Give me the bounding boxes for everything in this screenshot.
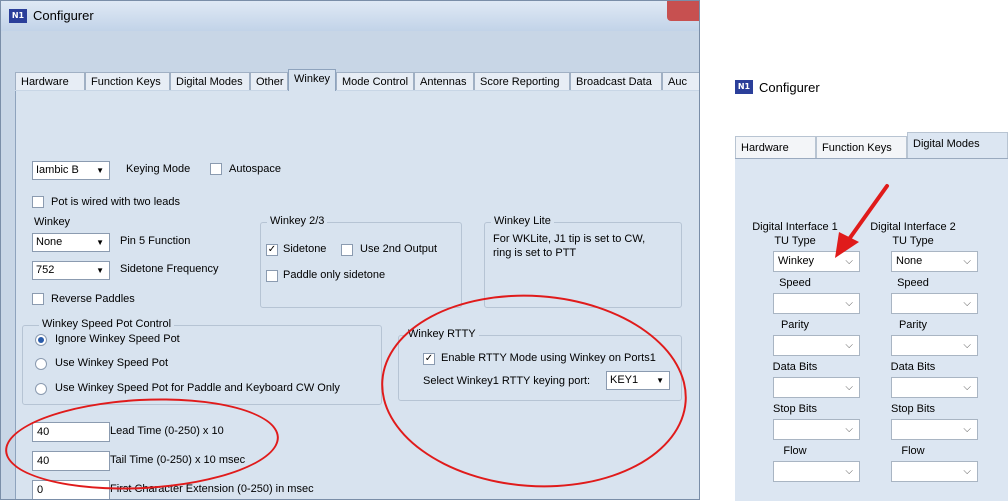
interface2-speed-select[interactable]: ⌵: [891, 293, 978, 314]
use-speed-pot-label: Use Winkey Speed Pot: [55, 357, 169, 369]
app-logo-icon: N1: [735, 80, 753, 94]
winkey23-group: Winkey 2/3 ✓ Sidetone Use 2nd Output Pad…: [260, 215, 462, 308]
interface1-speed-label: Speed: [779, 277, 811, 289]
use-speed-pot-radio[interactable]: [35, 358, 47, 370]
configurer-window-winkey: N1 Configurer Hardware Function Keys Dig…: [0, 0, 700, 500]
interface1-data-bits-select[interactable]: ⌵: [773, 377, 860, 398]
tab-other[interactable]: Other: [250, 72, 288, 90]
pin5-function-value: None: [36, 236, 63, 248]
winkey-lite-note-line1: For WKLite, J1 tip is set to CW,: [493, 233, 646, 245]
use-2nd-output-label: Use 2nd Output: [360, 243, 438, 255]
use-speed-pot-paddle-label: Use Winkey Speed Pot for Paddle and Keyb…: [55, 382, 340, 394]
chevron-down-icon: ⌵: [845, 340, 853, 351]
chevron-down-icon: ⌵: [963, 298, 971, 309]
tab-function-keys[interactable]: Function Keys: [85, 72, 170, 90]
interface1-data-bits-label: Data Bits: [772, 361, 818, 373]
sidetone-frequency-select[interactable]: 752 ▼: [32, 261, 110, 280]
use-speed-pot-paddle-radio[interactable]: [35, 383, 47, 395]
tab-score-reporting[interactable]: Score Reporting: [474, 72, 570, 90]
interface1-tu-type-value: Winkey: [778, 255, 815, 267]
tab-strip: Hardware Function Keys Digital Modes Oth…: [15, 69, 699, 92]
tab-digital-modes[interactable]: Digital Modes: [907, 132, 1008, 159]
interface1-speed-select[interactable]: ⌵: [773, 293, 860, 314]
window-title: Configurer: [33, 8, 94, 23]
tab-function-keys[interactable]: Function Keys: [816, 136, 907, 158]
sidetone-frequency-label: Sidetone Frequency: [120, 263, 219, 275]
keying-mode-value: Iambic B: [36, 164, 79, 176]
paddle-only-sidetone-checkbox[interactable]: [266, 270, 278, 282]
configurer-window-digital-modes: N1 Configurer Hardware Function Keys Dig…: [735, 70, 1008, 501]
chevron-down-icon: ⌵: [963, 382, 971, 393]
tab-digital-modes[interactable]: Digital Modes: [170, 72, 250, 90]
title-bar: N1 Configurer: [1, 1, 699, 31]
sidetone-frequency-value: 752: [36, 264, 55, 276]
pin5-function-label: Pin 5 Function: [120, 235, 191, 247]
chevron-down-icon: ▼: [96, 238, 104, 247]
interface2-flow-select[interactable]: ⌵: [891, 461, 978, 482]
interface2-parity-label: Parity: [898, 319, 928, 331]
chevron-down-icon: ▼: [96, 266, 104, 275]
keying-mode-label: Keying Mode: [126, 163, 191, 175]
tab-auc[interactable]: Auc: [662, 72, 699, 90]
tab-broadcast-data[interactable]: Broadcast Data: [570, 72, 662, 90]
chevron-down-icon: ⌵: [845, 466, 853, 477]
tab-winkey[interactable]: Winkey: [288, 69, 336, 92]
tab-antennas[interactable]: Antennas: [414, 72, 474, 90]
interface1-parity-select[interactable]: ⌵: [773, 335, 860, 356]
winkey-lite-group-legend: Winkey Lite: [491, 215, 554, 227]
pot-two-leads-checkbox[interactable]: [32, 196, 44, 208]
interface2-flow-label: Flow: [901, 445, 925, 457]
winkey-lite-note-line2: ring is set to PTT: [493, 247, 577, 259]
close-button[interactable]: [667, 1, 699, 21]
pin5-function-select[interactable]: None ▼: [32, 233, 110, 252]
paddle-only-sidetone-label: Paddle only sidetone: [283, 269, 386, 281]
speed-pot-group-legend: Winkey Speed Pot Control: [39, 318, 175, 330]
interface1-parity-label: Parity: [780, 319, 810, 331]
use-2nd-output-checkbox[interactable]: [341, 244, 353, 256]
chevron-down-icon: ⌵: [963, 424, 971, 435]
tab-hardware[interactable]: Hardware: [15, 72, 85, 90]
chevron-down-icon: ⌵: [963, 256, 971, 267]
interface1-flow-label: Flow: [783, 445, 807, 457]
speed-pot-group: Winkey Speed Pot Control Ignore Winkey S…: [22, 318, 382, 405]
sidetone-checkbox[interactable]: ✓: [266, 244, 278, 256]
reverse-paddles-checkbox[interactable]: [32, 293, 44, 305]
interface2-data-bits-select[interactable]: ⌵: [891, 377, 978, 398]
ignore-speed-pot-radio[interactable]: [35, 334, 47, 346]
interface2-speed-label: Speed: [897, 277, 929, 289]
winkey23-group-legend: Winkey 2/3: [267, 215, 328, 227]
autospace-checkbox[interactable]: [210, 163, 222, 175]
annotation-arrow-icon: [835, 184, 889, 258]
chevron-down-icon: ⌵: [845, 424, 853, 435]
interface1-flow-select[interactable]: ⌵: [773, 461, 860, 482]
sidetone-label: Sidetone: [283, 243, 327, 255]
app-logo-icon: N1: [9, 9, 27, 23]
interface2-parity-select[interactable]: ⌵: [891, 335, 978, 356]
interface2-stop-bits-label: Stop Bits: [890, 403, 936, 415]
winkey-group-legend: Winkey: [34, 216, 71, 228]
reverse-paddles-label: Reverse Paddles: [51, 293, 135, 305]
interface2-stop-bits-select[interactable]: ⌵: [891, 419, 978, 440]
ignore-speed-pot-label: Ignore Winkey Speed Pot: [55, 333, 180, 345]
tab-mode-control[interactable]: Mode Control: [336, 72, 414, 90]
chevron-down-icon: ⌵: [845, 382, 853, 393]
interface2-data-bits-label: Data Bits: [890, 361, 936, 373]
chevron-down-icon: ⌵: [963, 340, 971, 351]
interface2-tu-type-select[interactable]: None ⌵: [891, 251, 978, 272]
interface1-stop-bits-label: Stop Bits: [772, 403, 818, 415]
keying-mode-select[interactable]: Iambic B ▼: [32, 161, 110, 180]
interface2-tu-type-value: None: [896, 255, 923, 267]
window-title: Configurer: [759, 80, 820, 95]
interface1-stop-bits-select[interactable]: ⌵: [773, 419, 860, 440]
chevron-down-icon: ⌵: [845, 298, 853, 309]
chevron-down-icon: ⌵: [963, 466, 971, 477]
pot-two-leads-label: Pot is wired with two leads: [51, 196, 180, 208]
chevron-down-icon: ▼: [96, 166, 104, 175]
tab-hardware[interactable]: Hardware: [735, 136, 816, 158]
autospace-label: Autospace: [229, 163, 281, 175]
